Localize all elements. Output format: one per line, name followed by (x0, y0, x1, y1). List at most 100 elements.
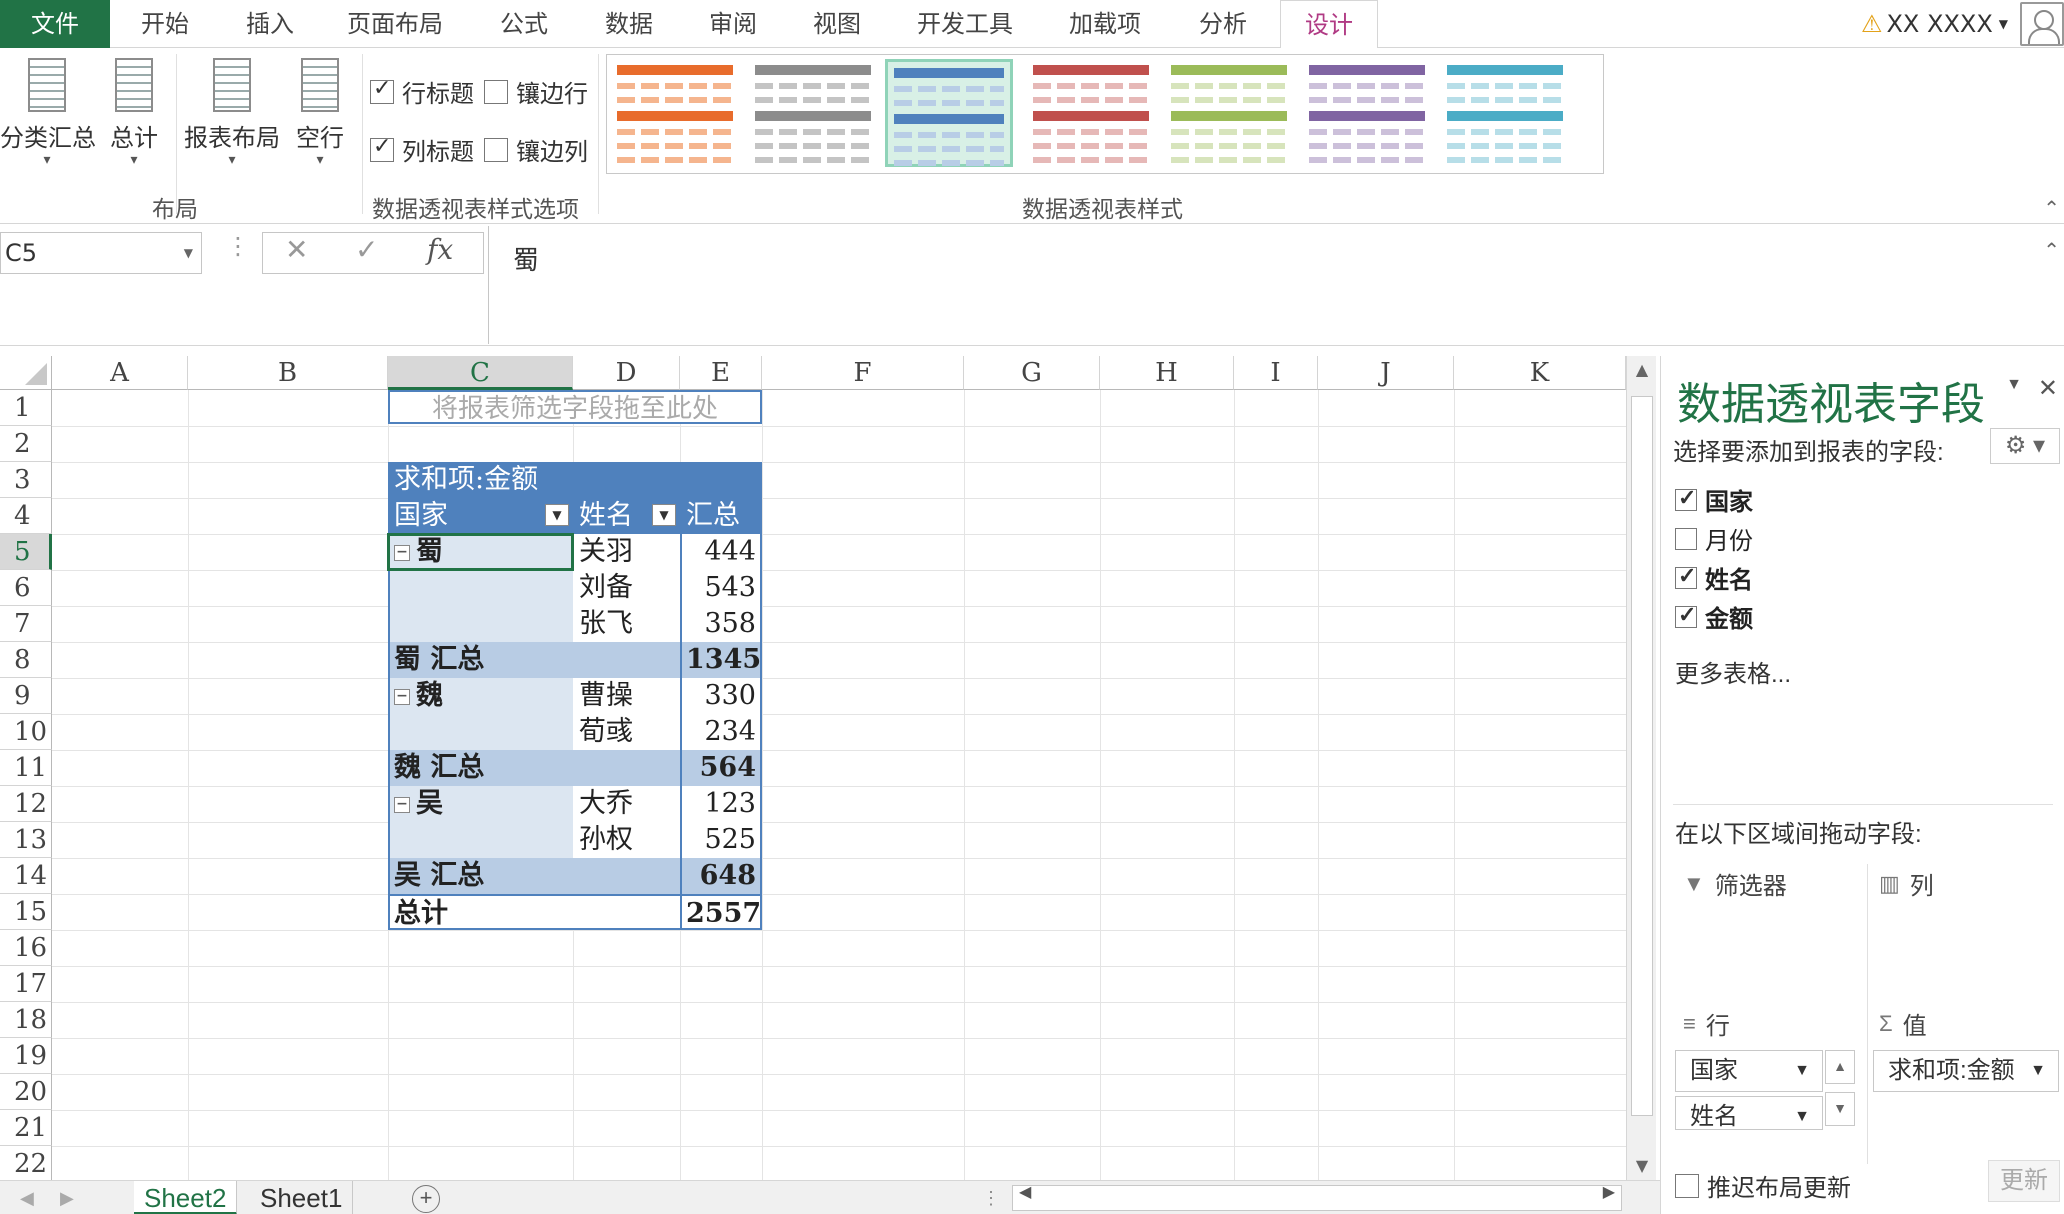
enter-icon[interactable]: ✓ (355, 233, 378, 266)
column-header-c[interactable]: C (388, 356, 573, 390)
prev-sheet-icon[interactable]: ◀ (20, 1181, 34, 1214)
pivot-country-cell[interactable]: − 魏 (388, 678, 573, 714)
style-swatch[interactable] (1441, 59, 1569, 167)
row-header-4[interactable]: 4 (0, 498, 52, 534)
add-sheet-icon[interactable]: + (412, 1185, 440, 1213)
tab-view[interactable]: 视图 (804, 0, 870, 48)
column-header-a[interactable]: A (52, 356, 188, 390)
horizontal-scrollbar[interactable]: ◀ ▶ (1012, 1182, 1622, 1211)
tab-analyze[interactable]: 分析 (1190, 0, 1256, 48)
style-swatch-selected[interactable] (885, 59, 1013, 167)
pivot-name-cell[interactable]: 张飞 (573, 606, 680, 642)
pivot-value-cell[interactable]: 330 (680, 678, 762, 714)
row-header-19[interactable]: 19 (0, 1038, 52, 1074)
row-header-9[interactable]: 9 (0, 678, 52, 714)
value-field-amount[interactable]: 求和项:金额 ▼ (1873, 1050, 2059, 1092)
columns-area[interactable]: ▥ 列 (1879, 866, 1934, 901)
rows-area[interactable]: ≡ 行 (1683, 1006, 1730, 1041)
pivot-subtotal-label[interactable]: 蜀 汇总 (388, 642, 680, 678)
pivot-value-cell[interactable]: 444 (680, 534, 762, 570)
row-header-8[interactable]: 8 (0, 642, 52, 678)
row-header-16[interactable]: 16 (0, 930, 52, 966)
field-checkbox[interactable]: 金额 (1675, 599, 1753, 634)
values-area[interactable]: Σ值 (1879, 1006, 1927, 1041)
tab-data[interactable]: 数据 (596, 0, 662, 48)
style-swatch[interactable] (1303, 59, 1431, 167)
pivot-subtotal-value[interactable]: 564 (680, 750, 762, 786)
row-header-12[interactable]: 12 (0, 786, 52, 822)
pivot-value-header[interactable]: 求和项:金额 (388, 462, 680, 498)
field-checkbox[interactable]: 国家 (1675, 482, 1753, 517)
pivot-total-header[interactable]: 汇总 (680, 498, 762, 534)
vertical-scrollbar[interactable]: ▲ ▼ (1626, 356, 1656, 1182)
scroll-right-icon[interactable]: ▶ (1603, 1182, 1615, 1202)
pivot-name-cell[interactable]: 大乔 (573, 786, 680, 822)
scroll-up-icon[interactable]: ▲ (1825, 1050, 1855, 1084)
worksheet-grid[interactable]: ABCDEFGHIJK 1 2 3 4 5 6 7 8 9 10 11 12 13 14 15 16 17 18 1… (0, 356, 1632, 1180)
column-header-k[interactable]: K (1454, 356, 1626, 390)
gear-icon[interactable]: ⚙ ▾ (1990, 428, 2060, 464)
pivot-grand-total-label[interactable]: 总计 (388, 894, 680, 930)
scroll-thumb[interactable] (1631, 396, 1653, 1116)
report-filter-dropzone[interactable]: 将报表筛选字段拖至此处 (388, 390, 762, 424)
pivot-value-cell[interactable]: 525 (680, 822, 762, 858)
chevron-down-icon[interactable]: ▼ (2006, 376, 2022, 394)
column-header-d[interactable]: D (573, 356, 680, 390)
column-header-f[interactable]: F (762, 356, 964, 390)
banded-columns-checkbox[interactable]: 镶边列 (484, 132, 588, 167)
collapse-ribbon-icon[interactable]: ⌃ (2043, 196, 2060, 220)
style-swatch[interactable] (749, 59, 877, 167)
pivot-header-blank[interactable] (680, 462, 762, 498)
chevron-down-icon[interactable]: ▼ (2030, 1051, 2046, 1091)
collapse-formula-bar-icon[interactable]: ⌃ (2043, 238, 2060, 262)
scroll-left-icon[interactable]: ◀ (1019, 1182, 1031, 1202)
tab-home[interactable]: 开始 (132, 0, 198, 48)
row-headers-checkbox[interactable]: 行标题 (370, 74, 474, 109)
tab-insert[interactable]: 插入 (234, 0, 306, 48)
row-header-3[interactable]: 3 (0, 462, 52, 498)
column-header-i[interactable]: I (1234, 356, 1318, 390)
user-account[interactable]: ⚠ XX XXXX ▼ (1861, 0, 2064, 48)
pivot-name-cell[interactable]: 关羽 (573, 534, 680, 570)
collapse-icon[interactable]: − (394, 688, 410, 705)
name-box[interactable]: C5 ▼ (0, 232, 202, 274)
sheet-tab-sheet2[interactable]: Sheet2 (134, 1181, 238, 1214)
column-header-b[interactable]: B (188, 356, 388, 390)
report-layout-button[interactable]: 报表布局 ▾ (182, 58, 282, 167)
column-header-g[interactable]: G (964, 356, 1100, 390)
pivot-subtotal-value[interactable]: 1345 (680, 642, 762, 678)
split-handle-icon[interactable]: ⋮ (982, 1181, 1000, 1214)
row-header-13[interactable]: 13 (0, 822, 52, 858)
row-header-18[interactable]: 18 (0, 1002, 52, 1038)
cancel-icon[interactable]: ✕ (285, 233, 308, 266)
row-header-17[interactable]: 17 (0, 966, 52, 1002)
row-header-15[interactable]: 15 (0, 894, 52, 930)
chevron-down-icon[interactable]: ▼ (1794, 1097, 1810, 1129)
pivot-name-cell[interactable]: 孙权 (573, 822, 680, 858)
pivot-value-cell[interactable]: 543 (680, 570, 762, 606)
style-swatch[interactable] (1027, 59, 1155, 167)
pivot-name-cell[interactable]: 曹操 (573, 678, 680, 714)
formula-input[interactable]: 蜀 (488, 226, 2064, 344)
row-header-1[interactable]: 1 (0, 390, 52, 426)
tab-review[interactable]: 审阅 (700, 0, 766, 48)
scroll-down-icon[interactable]: ▼ (1825, 1092, 1855, 1126)
pivot-country-cell[interactable] (388, 570, 573, 606)
filters-area[interactable]: ▼ 筛选器 (1683, 866, 1787, 901)
defer-update-checkbox[interactable]: 推迟布局更新 (1675, 1168, 1851, 1203)
row-header-20[interactable]: 20 (0, 1074, 52, 1110)
column-headers-checkbox[interactable]: 列标题 (370, 132, 474, 167)
pivot-row-label-country[interactable]: 国家 ▼ (388, 498, 573, 534)
next-sheet-icon[interactable]: ▶ (60, 1181, 74, 1214)
chevron-down-icon[interactable]: ▼ (1794, 1051, 1810, 1091)
subtotal-button[interactable]: 分类汇总 ▾ (0, 58, 96, 167)
pivot-country-cell[interactable]: − 吴 (388, 786, 573, 822)
row-header-22[interactable]: 22 (0, 1146, 52, 1180)
tab-file[interactable]: 文件 (0, 0, 110, 48)
pivot-subtotal-label[interactable]: 吴 汇总 (388, 858, 680, 894)
row-field-name[interactable]: 姓名 ▼ (1675, 1096, 1823, 1130)
collapse-icon[interactable]: − (394, 796, 410, 813)
pivot-subtotal-label[interactable]: 魏 汇总 (388, 750, 680, 786)
tab-page-layout[interactable]: 页面布局 (340, 0, 450, 48)
row-header-7[interactable]: 7 (0, 606, 52, 642)
